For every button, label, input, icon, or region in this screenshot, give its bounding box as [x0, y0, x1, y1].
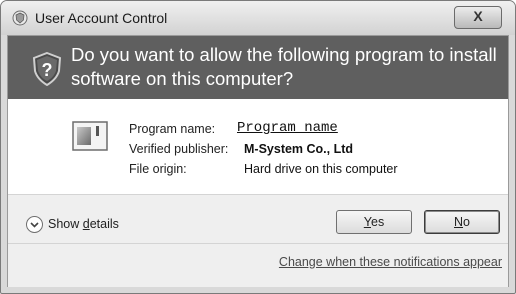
show-details-accel: d	[82, 217, 90, 231]
no-accel: N	[454, 215, 464, 229]
footer: Show details Yes No Change when these no…	[8, 194, 508, 287]
yes-accel: Y	[363, 215, 371, 229]
file-origin-value: Hard drive on this computer	[244, 162, 398, 176]
show-details-prefix: Show	[48, 217, 83, 231]
question-banner: ? Do you want to allow the following pro…	[8, 36, 508, 99]
close-icon: X	[473, 8, 483, 24]
no-button[interactable]: No	[424, 210, 500, 234]
shield-question-icon: ?	[32, 52, 62, 86]
uac-dialog: User Account Control X ? Do you want to …	[0, 0, 516, 294]
program-name-value: Program name	[237, 120, 338, 136]
yes-button[interactable]: Yes	[336, 210, 412, 234]
no-rest: o	[463, 215, 470, 229]
show-details-button[interactable]	[26, 216, 43, 233]
show-details-label[interactable]: Show details	[48, 217, 119, 231]
chevron-down-icon	[30, 222, 39, 228]
program-name-label: Program name:	[129, 122, 216, 136]
close-button[interactable]: X	[454, 6, 502, 29]
dialog-content: ? Do you want to allow the following pro…	[7, 35, 509, 287]
uac-shield-icon	[12, 10, 28, 26]
show-details-suffix: etails	[89, 217, 119, 231]
change-notifications-link[interactable]: Change when these notifications appear	[279, 255, 502, 269]
title-bar: User Account Control X	[1, 1, 515, 35]
publisher-value: M-System Co., Ltd	[244, 142, 354, 156]
publisher-label: Verified publisher:	[129, 142, 229, 156]
question-text: Do you want to allow the following progr…	[71, 44, 497, 89]
footer-divider	[8, 243, 508, 244]
yes-rest: es	[371, 215, 385, 229]
program-icon	[72, 121, 108, 151]
window-title: User Account Control	[35, 10, 168, 26]
file-origin-label: File origin:	[129, 162, 187, 176]
svg-text:?: ?	[42, 60, 53, 80]
